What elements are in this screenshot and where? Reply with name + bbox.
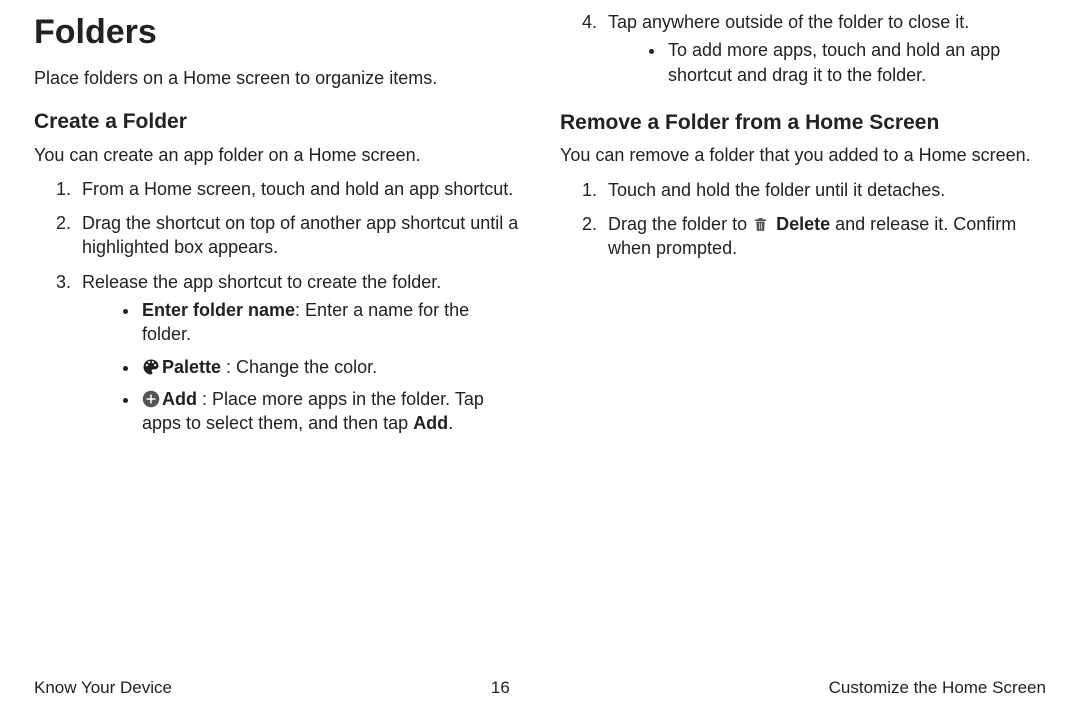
step-3-text: Release the app shortcut to create the f… xyxy=(82,272,441,292)
remove-folder-heading: Remove a Folder from a Home Screen xyxy=(560,109,1046,137)
add-rest-c: . xyxy=(448,413,453,433)
add-label: Add xyxy=(162,389,197,409)
add-rest-b: Add xyxy=(413,413,448,433)
remove-folder-steps: Touch and hold the folder until it detac… xyxy=(560,178,1046,261)
page-title: Folders xyxy=(34,10,520,56)
create-folder-heading: Create a Folder xyxy=(34,108,520,136)
remove-folder-lead: You can remove a folder that you added t… xyxy=(560,143,1046,167)
palette-icon xyxy=(142,358,160,376)
page-footer: Know Your Device 16 Customize the Home S… xyxy=(34,677,1046,700)
step-2: Drag the shortcut on top of another app … xyxy=(76,211,520,260)
palette-rest: : Change the color. xyxy=(221,357,377,377)
footer-page-number: 16 xyxy=(491,677,510,700)
manual-page: Folders Place folders on a Home screen t… xyxy=(0,0,1080,720)
bullet-add-more-apps: To add more apps, touch and hold an app … xyxy=(666,38,1046,87)
footer-left: Know Your Device xyxy=(34,677,172,700)
enter-folder-name-label: Enter folder name xyxy=(142,300,295,320)
delete-label: Delete xyxy=(776,214,830,234)
two-column-layout: Folders Place folders on a Home screen t… xyxy=(34,10,1046,446)
create-folder-lead: You can create an app folder on a Home s… xyxy=(34,143,520,167)
left-column: Folders Place folders on a Home screen t… xyxy=(34,10,520,446)
remove-step-1: Touch and hold the folder until it detac… xyxy=(602,178,1046,202)
palette-label: Palette xyxy=(162,357,221,377)
step-3-bullets: Enter folder name: Enter a name for the … xyxy=(82,298,520,435)
right-column: Tap anywhere outside of the folder to cl… xyxy=(560,10,1046,446)
create-folder-steps-cont: Tap anywhere outside of the folder to cl… xyxy=(560,10,1046,87)
bullet-add: Add : Place more apps in the folder. Tap… xyxy=(140,387,520,436)
step-4-text: Tap anywhere outside of the folder to cl… xyxy=(608,12,969,32)
remove-step-2-a: Drag the folder to xyxy=(608,214,752,234)
create-folder-steps: From a Home screen, touch and hold an ap… xyxy=(34,177,520,436)
step-1: From a Home screen, touch and hold an ap… xyxy=(76,177,520,201)
delete-icon xyxy=(752,216,769,233)
step-4-bullets: To add more apps, touch and hold an app … xyxy=(608,38,1046,87)
add-icon xyxy=(142,390,160,408)
remove-step-2: Drag the folder to Delete and release it… xyxy=(602,212,1046,261)
bullet-palette: Palette : Change the color. xyxy=(140,355,520,379)
intro-text: Place folders on a Home screen to organi… xyxy=(34,66,520,90)
bullet-enter-name: Enter folder name: Enter a name for the … xyxy=(140,298,520,347)
footer-right: Customize the Home Screen xyxy=(829,677,1046,700)
step-4: Tap anywhere outside of the folder to cl… xyxy=(602,10,1046,87)
step-3: Release the app shortcut to create the f… xyxy=(76,270,520,436)
